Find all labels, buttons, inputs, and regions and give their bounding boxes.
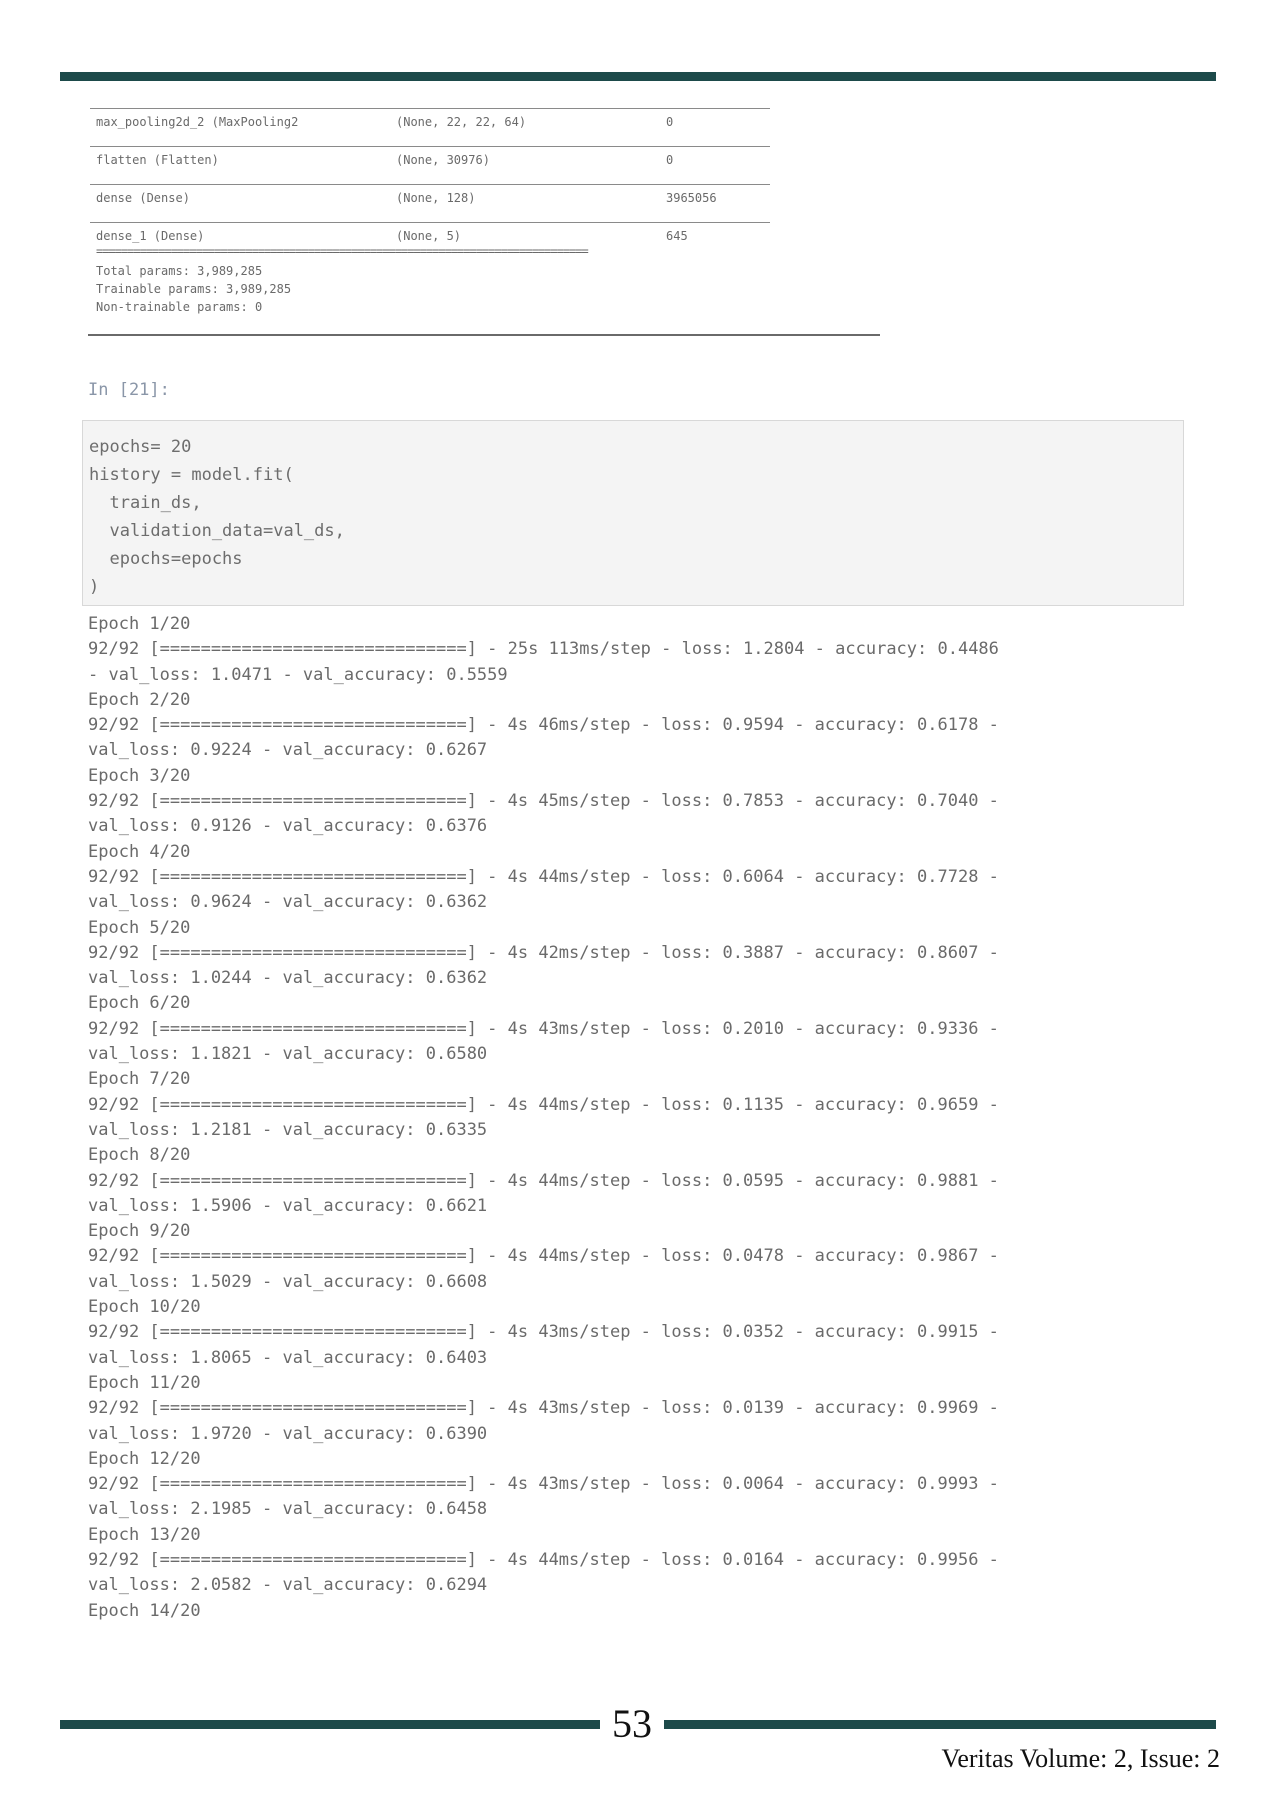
output-line: Epoch 10/20 <box>88 1297 201 1318</box>
output-line: 92/92 [==============================] -… <box>88 639 999 660</box>
table-row: dense (Dense) (None, 128) 3965056 <box>90 184 770 222</box>
output-line: 92/92 [==============================] -… <box>88 1549 999 1570</box>
output-line: Epoch 12/20 <box>88 1448 201 1469</box>
output-shape: (None, 5) <box>396 229 462 243</box>
code-line: ) <box>89 577 100 597</box>
output-line: val_loss: 0.9224 - val_accuracy: 0.6267 <box>88 740 488 761</box>
layer-name: dense_1 (Dense) <box>96 229 205 243</box>
header-rule <box>60 72 1216 81</box>
output-line: 92/92 [==============================] -… <box>88 1094 999 1115</box>
table-row: flatten (Flatten) (None, 30976) 0 <box>90 146 770 184</box>
summary-separator: ========================================… <box>96 244 589 258</box>
layer-name: dense (Dense) <box>96 191 190 205</box>
footer-rule-right <box>664 1720 1216 1729</box>
layer-name: max_pooling2d_2 (MaxPooling2 <box>96 115 299 129</box>
cell-prompt: In [21]: <box>88 380 170 400</box>
output-line: 92/92 [==============================] -… <box>88 715 999 736</box>
code-lines: epochs= 20 history = model.fit( train_ds… <box>89 433 345 601</box>
output-line: val_loss: 1.9720 - val_accuracy: 0.6390 <box>88 1423 488 1444</box>
footer-rule-left <box>60 1720 600 1729</box>
output-line: 92/92 [==============================] -… <box>88 1170 999 1191</box>
code-cell[interactable]: epochs= 20 history = model.fit( train_ds… <box>82 420 1184 606</box>
output-line: Epoch 9/20 <box>88 1221 191 1242</box>
output-line: 92/92 [==============================] -… <box>88 1246 999 1267</box>
output-line: Epoch 3/20 <box>88 765 191 786</box>
param-count: 3965056 <box>666 191 717 205</box>
non-trainable-params: Non-trainable params: 0 <box>96 300 263 314</box>
output-shape: (None, 128) <box>396 191 476 205</box>
output-line: val_loss: 2.1985 - val_accuracy: 0.6458 <box>88 1499 488 1520</box>
code-line: epochs=epochs <box>89 549 243 569</box>
param-count: 0 <box>666 115 674 129</box>
cell-output: Epoch 1/20 92/92 [======================… <box>88 612 1198 1624</box>
page-number: 53 <box>612 1701 652 1746</box>
output-line: Epoch 2/20 <box>88 689 191 710</box>
code-line: train_ds, <box>89 493 202 513</box>
summary-bottom-rule <box>88 334 880 336</box>
output-line: val_loss: 1.8065 - val_accuracy: 0.6403 <box>88 1347 488 1368</box>
output-line: val_loss: 1.0244 - val_accuracy: 0.6362 <box>88 968 488 989</box>
output-line: 92/92 [==============================] -… <box>88 1474 999 1495</box>
output-line: - val_loss: 1.0471 - val_accuracy: 0.555… <box>88 664 508 685</box>
output-line: Epoch 11/20 <box>88 1372 201 1393</box>
code-line: validation_data=val_ds, <box>89 521 345 541</box>
output-line: Epoch 6/20 <box>88 993 191 1014</box>
output-line: Epoch 13/20 <box>88 1524 201 1545</box>
output-line: val_loss: 1.5029 - val_accuracy: 0.6608 <box>88 1271 488 1292</box>
code-line: epochs= 20 <box>89 437 192 457</box>
output-line: val_loss: 1.2181 - val_accuracy: 0.6335 <box>88 1119 488 1140</box>
journal-citation: Veritas Volume: 2, Issue: 2 <box>941 1744 1220 1773</box>
output-line: Epoch 4/20 <box>88 841 191 862</box>
output-line: 92/92 [==============================] -… <box>88 1398 999 1419</box>
output-line: val_loss: 1.5906 - val_accuracy: 0.6621 <box>88 1195 488 1216</box>
output-shape: (None, 30976) <box>396 153 490 167</box>
output-line: Epoch 14/20 <box>88 1600 201 1621</box>
output-line: 92/92 [==============================] -… <box>88 866 999 887</box>
output-line: val_loss: 2.0582 - val_accuracy: 0.6294 <box>88 1575 488 1596</box>
output-line: 92/92 [==============================] -… <box>88 942 999 963</box>
output-line: val_loss: 1.1821 - val_accuracy: 0.6580 <box>88 1044 488 1065</box>
param-count: 0 <box>666 153 674 167</box>
output-line: Epoch 1/20 <box>88 614 191 634</box>
output-line: Epoch 7/20 <box>88 1069 191 1090</box>
table-row: max_pooling2d_2 (MaxPooling2 (None, 22, … <box>90 108 770 146</box>
output-line: 92/92 [==============================] -… <box>88 1018 999 1039</box>
trainable-params: Trainable params: 3,989,285 <box>96 282 292 296</box>
param-count: 645 <box>666 229 688 243</box>
output-line: Epoch 8/20 <box>88 1145 191 1166</box>
output-line: Epoch 5/20 <box>88 917 191 938</box>
output-line: 92/92 [==============================] -… <box>88 791 999 812</box>
output-line: val_loss: 0.9126 - val_accuracy: 0.6376 <box>88 816 488 837</box>
layer-name: flatten (Flatten) <box>96 153 219 167</box>
output-line: val_loss: 0.9624 - val_accuracy: 0.6362 <box>88 892 488 913</box>
output-line: 92/92 [==============================] -… <box>88 1322 999 1343</box>
param-totals: Total params: 3,989,285 Trainable params… <box>96 262 768 316</box>
total-params: Total params: 3,989,285 <box>96 264 263 278</box>
output-shape: (None, 22, 22, 64) <box>396 115 527 129</box>
code-line: history = model.fit( <box>89 465 294 485</box>
model-summary-table: max_pooling2d_2 (MaxPooling2 (None, 22, … <box>90 108 770 314</box>
